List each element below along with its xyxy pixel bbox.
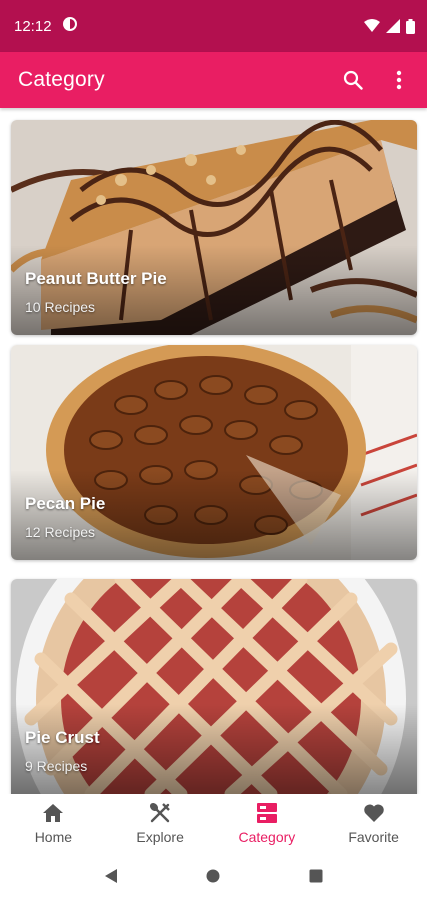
nav-category[interactable]: Category xyxy=(214,794,321,852)
app-notification-icon xyxy=(62,16,78,36)
recipe-count: 10 Recipes xyxy=(25,299,96,315)
more-vert-icon[interactable] xyxy=(385,66,413,94)
recents-icon[interactable] xyxy=(296,856,336,896)
nav-category-label: Category xyxy=(238,828,296,845)
category-card-pecan-pie[interactable]: Pecan Pie 12 Recipes xyxy=(11,345,417,560)
battery-icon xyxy=(406,18,415,34)
nav-favorite-label: Favorite xyxy=(348,828,399,845)
nav-explore-label: Explore xyxy=(136,828,184,845)
status-time: 12:12 xyxy=(14,17,52,35)
nav-home[interactable]: Home xyxy=(0,794,107,852)
fork-spoon-icon xyxy=(148,802,172,824)
page-title: Category xyxy=(18,68,105,91)
app-bar: Category xyxy=(0,52,427,108)
home-circle-icon[interactable] xyxy=(193,856,233,896)
bottom-navigation: Home Explore Category Favorite xyxy=(0,794,427,852)
wifi-icon xyxy=(364,19,380,33)
search-icon[interactable] xyxy=(339,66,367,94)
nav-home-label: Home xyxy=(34,828,73,845)
status-bar: 12:12 xyxy=(0,0,427,52)
category-name: Peanut Butter Pie xyxy=(25,269,167,288)
system-navigation-bar xyxy=(0,852,427,900)
recipe-count: 9 Recipes xyxy=(25,758,88,774)
signal-icon xyxy=(386,19,400,33)
category-card-pie-crust[interactable]: Pie Crust 9 Recipes xyxy=(11,579,417,794)
back-icon[interactable] xyxy=(91,856,131,896)
home-icon xyxy=(41,802,65,824)
recipe-count: 12 Recipes xyxy=(25,524,96,540)
nav-explore[interactable]: Explore xyxy=(107,794,214,852)
heart-icon xyxy=(362,802,386,824)
category-card-peanut-butter-pie[interactable]: Peanut Butter Pie 10 Recipes xyxy=(11,120,417,335)
nav-favorite[interactable]: Favorite xyxy=(320,794,427,852)
category-name: Pie Crust xyxy=(25,728,100,747)
category-name: Pecan Pie xyxy=(25,494,106,513)
category-icon xyxy=(255,802,279,824)
category-list[interactable]: Peanut Butter Pie 10 Recipes Pecan Pie 1… xyxy=(0,108,427,794)
